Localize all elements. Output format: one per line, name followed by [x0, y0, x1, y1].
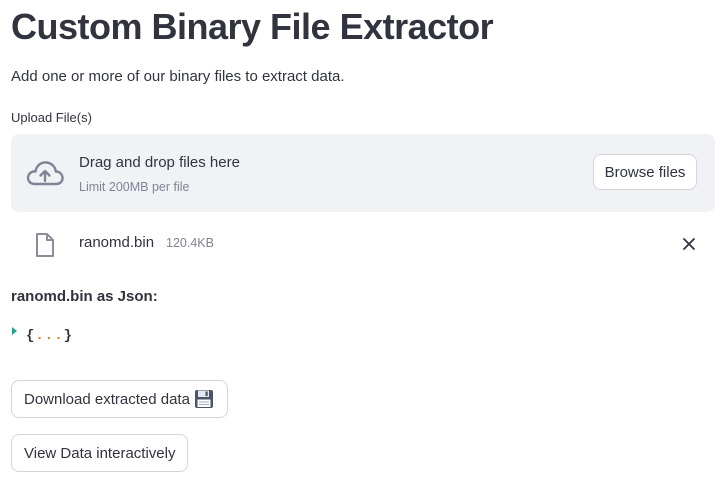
json-ellipsis: ... — [35, 328, 64, 344]
dropzone-limit: Limit 200MB per file — [79, 180, 190, 194]
download-extracted-data-button[interactable]: Download extracted data — [11, 380, 228, 418]
uploaded-file-name: ranomd.bin — [79, 234, 155, 251]
browse-files-button[interactable]: Browse files — [593, 154, 697, 190]
json-open-brace: { — [26, 328, 36, 344]
dropzone-text: Drag and drop files here — [79, 154, 240, 171]
page-title: Custom Binary File Extractor — [11, 6, 494, 47]
page: Custom Binary File Extractor Add one or … — [0, 0, 720, 485]
json-collapsed-view[interactable]: {...} — [26, 328, 73, 344]
page-subtitle: Add one or more of our binary files to e… — [11, 68, 345, 85]
json-close-brace: } — [63, 328, 74, 344]
uploaded-file-size: 120.4KB — [166, 236, 214, 250]
close-icon[interactable] — [681, 236, 697, 252]
download-button-label: Download extracted data — [24, 390, 190, 408]
cloud-upload-icon — [26, 161, 64, 186]
uploaded-file-row: ranomd.bin 120.4KB — [11, 222, 715, 266]
view-data-interactively-button[interactable]: View Data interactively — [11, 434, 188, 472]
view-button-label: View Data interactively — [24, 444, 176, 462]
upload-label: Upload File(s) — [11, 110, 92, 125]
json-heading: ranomd.bin as Json: — [11, 288, 158, 305]
json-expand-toggle-icon[interactable] — [12, 327, 17, 335]
file-dropzone[interactable]: Drag and drop files here Limit 200MB per… — [11, 134, 715, 212]
file-icon — [36, 233, 54, 257]
floppy-disk-icon — [194, 390, 213, 408]
